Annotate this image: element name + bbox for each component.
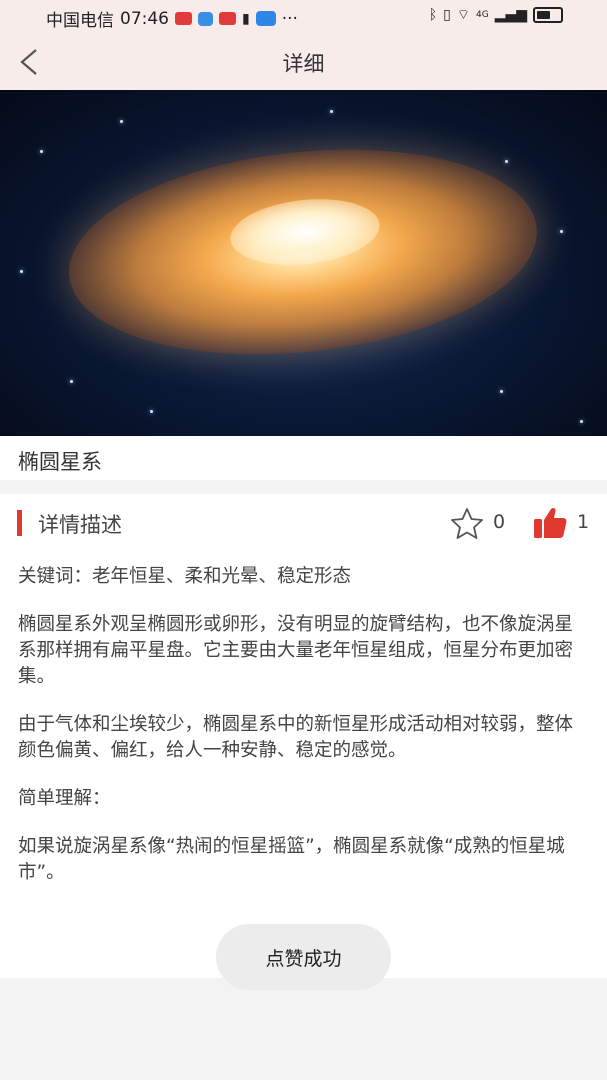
- like-button[interactable]: [532, 506, 568, 540]
- title-card: 椭圆星系: [0, 436, 607, 480]
- star: [500, 390, 503, 393]
- page-title: 详细: [282, 52, 325, 76]
- thumbs-up-icon: [534, 507, 567, 538]
- battery-saver-icon: ▮: [242, 10, 250, 27]
- star: [505, 160, 508, 163]
- description: 关键词：老年恒星、柔和光晕、稳定形态 椭圆星系外观呈椭圆形或卵形，没有明显的旋臂…: [18, 564, 590, 908]
- star: [330, 110, 333, 113]
- galaxy-image: [0, 90, 607, 436]
- keywords-text: 关键词：老年恒星、柔和光晕、稳定形态: [18, 566, 352, 587]
- star: [560, 230, 563, 233]
- star: [120, 120, 123, 123]
- description-paragraph: 椭圆星系外观呈椭圆形或卵形，没有明显的旋臂结构，也不像旋涡星系那样拥有扁平星盘。…: [18, 614, 574, 687]
- detail-card: 详情描述 0 1 关键词：老年恒星、柔和光晕、稳定形态 椭圆星系外观呈椭圆形或卵…: [0, 494, 607, 978]
- vibrate-icon: ▯: [443, 7, 451, 23]
- toast-message: 点赞成功: [216, 924, 391, 990]
- star: [20, 270, 23, 273]
- star: [40, 150, 43, 153]
- section-title: 详情描述: [38, 513, 122, 537]
- star: [580, 420, 583, 423]
- battery-icon: [533, 7, 563, 23]
- favorite-button[interactable]: [450, 507, 484, 539]
- more-notifications-icon: ···: [281, 8, 298, 29]
- section-accent-bar: [17, 510, 22, 536]
- carrier-label: 中国电信: [46, 11, 114, 31]
- nav-bar: 详细: [0, 34, 607, 90]
- wifi-icon: ⌔: [456, 7, 470, 23]
- status-bar: 中国电信 07:46 ▮ ··· ᛒ ▯ ⌔ 4G ▂▄▆: [0, 0, 607, 34]
- network-type-label: 4G: [475, 10, 489, 20]
- summary-label: 简单理解：: [18, 788, 111, 809]
- star: [70, 380, 73, 383]
- star: [150, 410, 153, 413]
- time-label: 07:46: [120, 8, 169, 29]
- summary-text: 如果说旋涡星系像“热闹的恒星摇篮”，椭圆星系就像“成熟的恒星城市”。: [18, 836, 565, 883]
- like-count: 1: [577, 511, 590, 533]
- shield-app-icon: [198, 11, 213, 26]
- huawei-app-icon: [175, 12, 192, 25]
- huawei-app-icon-2: [219, 12, 236, 25]
- item-title: 椭圆星系: [18, 450, 102, 474]
- cloud-app-icon: [255, 11, 276, 26]
- bluetooth-icon: ᛒ: [428, 7, 438, 23]
- favorite-count: 0: [493, 511, 506, 533]
- description-paragraph: 由于气体和尘埃较少，椭圆星系中的新恒星形成活动相对较弱，整体颜色偏黄、偏红，给人…: [18, 714, 574, 761]
- signal-icon: ▂▄▆: [494, 7, 527, 23]
- star-icon: [451, 508, 483, 539]
